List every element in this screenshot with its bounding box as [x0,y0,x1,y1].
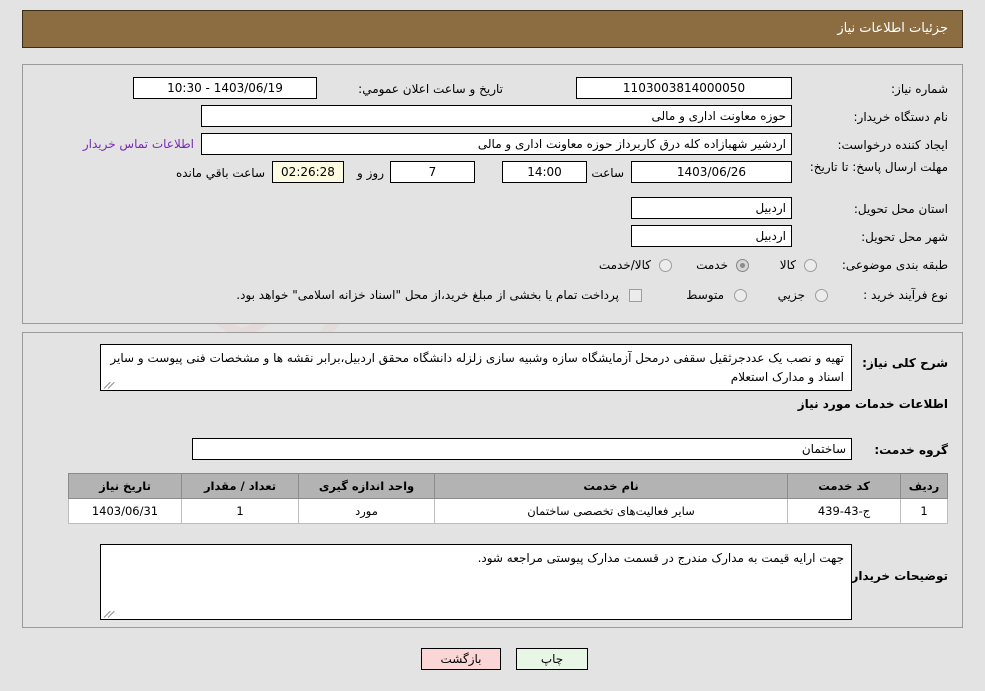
cell-unit: مورد [298,498,435,524]
cell-quantity: 1 [181,498,299,524]
col-quantity: تعداد / مقدار [181,473,299,499]
cell-index: 1 [900,498,948,524]
radio-process-medium-label: متوسط [686,288,724,302]
deadline-label: مهلت ارسال پاسخ: تا تاریخ: [809,160,948,174]
description-value: تهیه و نصب یک عددجرثقیل سقفی درمحل آزمای… [110,351,844,384]
resize-grip-icon[interactable] [103,379,115,389]
city-value: اردبیل [631,225,792,247]
remaining-time-value: 02:26:28 [272,161,344,183]
checkbox-islamic-treasury-label: پرداخت تمام یا بخشی از مبلغ خرید،از محل … [236,288,619,302]
province-value: اردبیل [631,197,792,219]
col-code: کد خدمت [787,473,901,499]
service-group-value: ساختمان [192,438,852,460]
description-textarea[interactable]: تهیه و نصب یک عددجرثقیل سقفی درمحل آزمای… [100,344,852,391]
buyer-org-value: حوزه معاونت اداری و مالی [201,105,792,127]
col-need-date: تاریخ نیاز [68,473,182,499]
resize-grip-icon[interactable] [103,608,115,618]
cell-name: سایر فعالیت‌های تخصصی ساختمان [434,498,788,524]
radio-process-minor[interactable] [815,289,828,302]
radio-process-minor-label: جزیي [777,288,805,302]
cell-need-date: 1403/06/31 [68,498,182,524]
creator-label: ایجاد کننده درخواست: [837,138,948,152]
back-button[interactable]: بازگشت [421,648,501,670]
service-group-label: گروه خدمت: [874,443,948,457]
services-section-title: اطلاعات خدمات مورد نیاز [797,397,948,411]
radio-category-service[interactable] [736,259,749,272]
remaining-days-value: 7 [390,161,475,183]
radio-category-goods[interactable] [804,259,817,272]
announce-datetime-value: 1403/06/19 - 10:30 [133,77,317,99]
province-label: استان محل تحویل: [853,202,948,216]
cell-code: ج-43-439 [787,498,901,524]
col-name: نام خدمت [434,473,788,499]
buyer-notes-label: توضیحات خریدار: [846,569,948,583]
need-number-label: شماره نیاز: [891,82,948,96]
buyer-notes-textarea[interactable]: جهت ارایه قیمت به مدارک مندرج در قسمت مد… [100,544,852,620]
city-label: شهر محل تحویل: [861,230,948,244]
radio-category-service-label: خدمت [696,258,728,272]
remaining-time-label: ساعت باقي مانده [175,166,265,180]
need-number-value: 1103003814000050 [576,77,792,99]
buyer-org-label: نام دستگاه خریدار: [853,110,949,124]
remaining-days-label: روز و [357,166,384,180]
page-header: جزئیات اطلاعات نیاز [22,10,963,48]
announce-datetime-label: تاریخ و ساعت اعلان عمومي: [358,82,503,96]
buyer-contact-link[interactable]: اطلاعات تماس خریدار [83,137,194,151]
col-index: ردیف [900,473,948,499]
page-title: جزئیات اطلاعات نیاز [837,21,948,36]
need-info-panel: شماره نیاز: 1103003814000050 تاریخ و ساع… [22,64,963,324]
deadline-hour-label: ساعت [591,166,624,180]
services-table: ردیف کد خدمت نام خدمت واحد اندازه گیری ت… [68,473,948,524]
deadline-date-value: 1403/06/26 [631,161,792,183]
category-label: طبقه بندی موضوعی: [841,258,948,272]
process-label: نوع فرآیند خرید : [863,288,948,302]
table-row[interactable]: 1 ج-43-439 سایر فعالیت‌های تخصصی ساختمان… [68,498,948,524]
radio-category-goods-service[interactable] [659,259,672,272]
radio-category-goods-service-label: کالا/خدمت [598,258,651,272]
deadline-hour-value: 14:00 [502,161,587,183]
print-button[interactable]: چاپ [516,648,588,670]
checkbox-islamic-treasury[interactable] [629,289,642,302]
creator-value: اردشیر شهبازاده کله درق کاربرداز حوزه مع… [201,133,792,155]
buyer-notes-value: جهت ارایه قیمت به مدارک مندرج در قسمت مد… [477,551,844,565]
description-label: شرح کلی نیاز: [862,356,948,370]
radio-category-goods-label: کالا [779,258,796,272]
need-details-panel: شرح کلی نیاز: تهیه و نصب یک عددجرثقیل سق… [22,332,963,628]
col-unit: واحد اندازه گیری [298,473,435,499]
radio-process-medium[interactable] [734,289,747,302]
table-header-row: ردیف کد خدمت نام خدمت واحد اندازه گیری ت… [68,473,948,499]
